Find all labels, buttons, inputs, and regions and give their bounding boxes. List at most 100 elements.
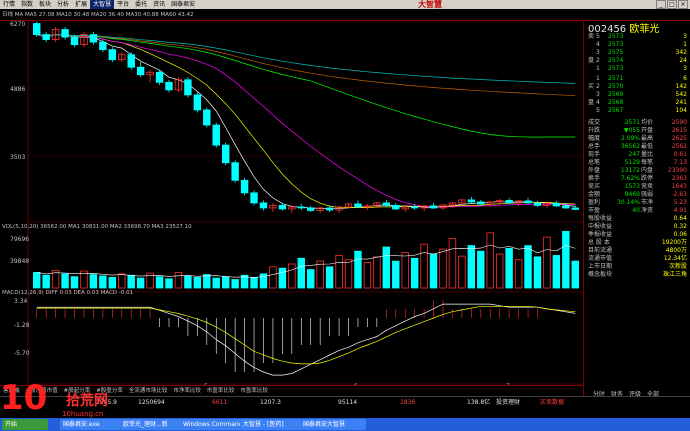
taskbar-item[interactable]: 国泰君安.exe: [60, 419, 121, 430]
menu-item-2[interactable]: 板块: [36, 0, 54, 9]
stat-key: 总笔: [588, 159, 601, 166]
kline-chart[interactable]: [0, 20, 583, 396]
volume-bar: [363, 262, 372, 289]
window-controls: _ □ ×: [655, 0, 688, 9]
volume-bar: [297, 257, 305, 289]
status-value: 95114: [338, 399, 358, 406]
candle-body: [477, 201, 485, 205]
ma-line-30: [36, 34, 576, 138]
menu-item-6[interactable]: 平台: [114, 0, 132, 9]
stat-value: 1643: [671, 183, 687, 190]
buy-row: 3 2569 542: [584, 91, 690, 99]
y-tick-low: 3503: [10, 154, 26, 161]
volume-bar: [108, 276, 117, 289]
candle-body: [89, 34, 98, 43]
menu-item-8[interactable]: 资讯: [150, 0, 168, 9]
macd-tick-low: -5.70: [14, 350, 30, 357]
menu-item-3[interactable]: 分析: [54, 0, 72, 9]
stat-key: 均价: [641, 119, 654, 126]
stat-key: 最高: [641, 135, 654, 142]
candle-body: [278, 205, 287, 210]
volume-bar: [288, 263, 296, 289]
buy-side-label: 盘: [588, 99, 595, 106]
candle-body: [571, 207, 579, 210]
volume-bar: [373, 256, 381, 289]
candle-body: [533, 202, 542, 206]
menu-item-1[interactable]: 指数: [18, 0, 36, 9]
minimize-icon[interactable]: _: [656, 0, 666, 9]
watermark-site: 拾荒网: [66, 393, 108, 409]
sell-volume: 3: [683, 65, 687, 72]
stat-value: 0.61: [673, 151, 687, 158]
candle-body: [33, 23, 41, 35]
maximize-icon[interactable]: □: [667, 0, 677, 9]
taskbar-item[interactable]: 国泰君安大智慧: [300, 419, 366, 430]
macd-tick-mid: -1.28: [14, 322, 30, 329]
candle-body: [325, 207, 334, 211]
stat-key: 金额: [588, 191, 601, 198]
stat-value: -2.63: [671, 191, 687, 198]
stat-key: 外盘: [588, 167, 601, 174]
taskbar-item[interactable]: 大智慧 - [医药]: [240, 419, 301, 430]
volume-bar: [495, 253, 504, 289]
bottom-tab-7[interactable]: 市盈率比较: [237, 386, 271, 396]
menu-item-9[interactable]: 国泰君安: [168, 0, 198, 9]
volume-bar: [316, 260, 324, 289]
buy-level: 2: [596, 83, 600, 90]
menu-item-0[interactable]: 行情: [0, 0, 18, 9]
sell-volume: 342: [675, 49, 687, 56]
bottom-tab-5[interactable]: 市净率比较: [170, 386, 204, 396]
taskbar-item[interactable]: Windows Commander 5.: [180, 419, 244, 430]
stat-key: 最低: [641, 143, 654, 150]
watermark-number: 10: [0, 378, 48, 418]
candle-body: [184, 79, 192, 96]
sell-level: 4: [596, 41, 600, 48]
finance-key: 总 股 本: [588, 239, 610, 246]
finance-row: 季报收益 0.06: [584, 231, 690, 239]
volume-bar: [514, 259, 523, 289]
stat-value: 2562: [671, 143, 687, 150]
start-button[interactable]: 开始: [2, 419, 48, 430]
volume-bar: [136, 277, 145, 289]
sell-level: 5: [596, 33, 600, 40]
finance-value: 4800万: [665, 247, 687, 254]
menu-item-7[interactable]: 委托: [132, 0, 150, 9]
volume-bar: [354, 250, 362, 289]
sell-level: 2: [596, 57, 600, 64]
sell-price: 2573: [608, 33, 624, 40]
status-value: 6611: [212, 399, 228, 406]
stat-value: 2615: [671, 127, 687, 134]
volume-bar: [118, 273, 126, 289]
volume-bar: [429, 253, 438, 289]
menu-item-5[interactable]: 大智慧: [90, 0, 115, 9]
taskbar-item[interactable]: 欧菲光_理财...新: [120, 419, 181, 430]
sell-side-label: 卖: [588, 33, 595, 40]
stat-row: 盈利 30.14% 市净 5.23: [584, 199, 690, 207]
volume-bar: [61, 273, 69, 289]
stat-value: 2363: [671, 175, 687, 182]
volume-bar: [250, 276, 258, 289]
volume-bar: [410, 257, 419, 289]
bottom-tab-4[interactable]: 全流通市场比较: [126, 386, 171, 396]
menu-item-4[interactable]: 扩展: [72, 0, 90, 9]
volume-bar: [335, 255, 343, 289]
stat-value: 4.91: [673, 207, 687, 214]
bottom-tab-6[interactable]: 市盈率比较: [204, 386, 238, 396]
buy-row: 盘 4 2568 241: [584, 99, 690, 107]
macd-diff-line: [36, 303, 576, 376]
price-legend: 日线 MA MA5 27.08 MA10 30.48 MA20 36.40 MA…: [2, 12, 194, 18]
candle-body: [127, 54, 135, 68]
sell-volume: 24: [679, 57, 687, 64]
stat-value: 2.09%: [620, 135, 640, 142]
volume-bar: [231, 279, 239, 289]
sell-level: 1: [596, 65, 600, 72]
volume-bar: [203, 274, 211, 289]
volume-bar: [155, 276, 164, 289]
sell-row: 卖 5 2573 3: [584, 33, 690, 41]
stat-key: 升跌: [588, 127, 601, 134]
stat-row: 换手 7.62% 跌停 2363: [584, 175, 690, 183]
close-icon[interactable]: ×: [678, 0, 688, 9]
stat-value: 30.14%: [617, 199, 640, 206]
buy-row: 5 2567 104: [584, 107, 690, 115]
buy-volume: 241: [675, 99, 687, 106]
